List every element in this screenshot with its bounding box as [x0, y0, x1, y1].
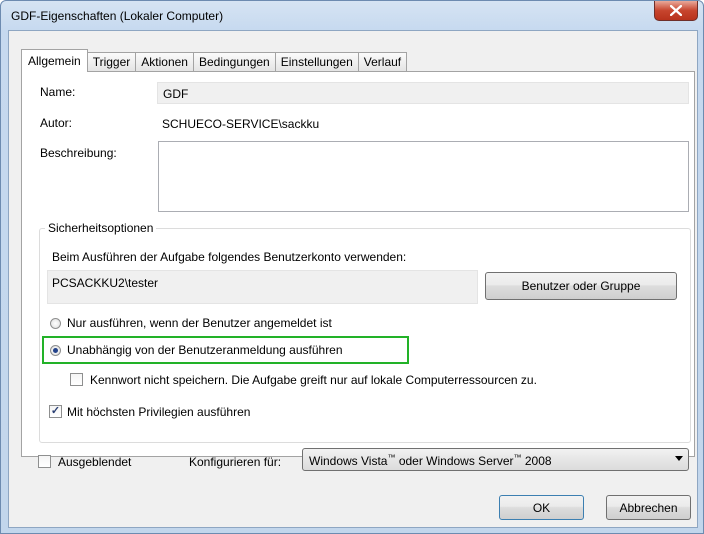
configure-select[interactable]: Windows Vista™ oder Windows Server™ 2008	[302, 448, 689, 471]
description-textarea[interactable]	[158, 141, 689, 212]
configure-label: Konfigurieren für:	[189, 455, 282, 469]
tab-aktionen[interactable]: Aktionen	[135, 52, 194, 72]
author-label: Autor:	[40, 116, 73, 130]
title-bar[interactable]: GDF-Eigenschaften (Lokaler Computer)	[1, 1, 703, 31]
hidden-label[interactable]: Ausgeblendet	[58, 455, 131, 469]
security-options-title: Sicherheitsoptionen	[45, 221, 157, 235]
tab-einstellungen[interactable]: Einstellungen	[274, 52, 359, 72]
no-password-checkbox[interactable]	[70, 373, 83, 386]
close-icon	[670, 5, 682, 16]
account-prompt: Beim Ausführen der Aufgabe folgendes Ben…	[52, 250, 407, 264]
tab-allgemein[interactable]: Allgemein	[21, 49, 88, 72]
author-value: SCHUECO-SERVICE\sackku	[162, 117, 320, 131]
radio-independent[interactable]	[50, 345, 61, 356]
ok-button[interactable]: OK	[499, 495, 584, 520]
tab-strip: Allgemein Trigger Aktionen Bedingungen E…	[21, 49, 408, 72]
name-label: Name:	[40, 85, 76, 99]
chevron-down-icon	[675, 456, 683, 461]
configure-select-value: Windows Vista™ oder Windows Server™ 2008	[309, 453, 552, 468]
hidden-checkbox[interactable]	[38, 455, 51, 468]
window-title: GDF-Eigenschaften (Lokaler Computer)	[11, 9, 224, 23]
tab-trigger[interactable]: Trigger	[86, 52, 137, 72]
highest-privileges-checkbox[interactable]: ✓	[49, 405, 62, 418]
radio-logged-on[interactable]	[50, 318, 61, 329]
tab-bedingungen[interactable]: Bedingungen	[192, 52, 276, 72]
name-field[interactable]: GDF	[157, 82, 689, 104]
account-field: PCSACKKU2\tester	[47, 270, 478, 304]
no-password-label[interactable]: Kennwort nicht speichern. Die Aufgabe gr…	[90, 373, 537, 387]
tab-verlauf[interactable]: Verlauf	[357, 52, 408, 72]
radio-logged-on-label[interactable]: Nur ausführen, wenn der Benutzer angemel…	[67, 316, 332, 330]
name-value: GDF	[163, 87, 189, 101]
cancel-button[interactable]: Abbrechen	[606, 495, 691, 520]
radio-independent-label[interactable]: Unabhängig von der Benutzeranmeldung aus…	[67, 343, 343, 357]
description-label: Beschreibung:	[40, 146, 117, 160]
close-button[interactable]	[654, 1, 698, 21]
change-user-button[interactable]: Benutzer oder Gruppe	[485, 272, 677, 300]
account-value: PCSACKKU2\tester	[52, 276, 159, 290]
highest-privileges-label[interactable]: Mit höchsten Privilegien ausführen	[67, 405, 250, 419]
